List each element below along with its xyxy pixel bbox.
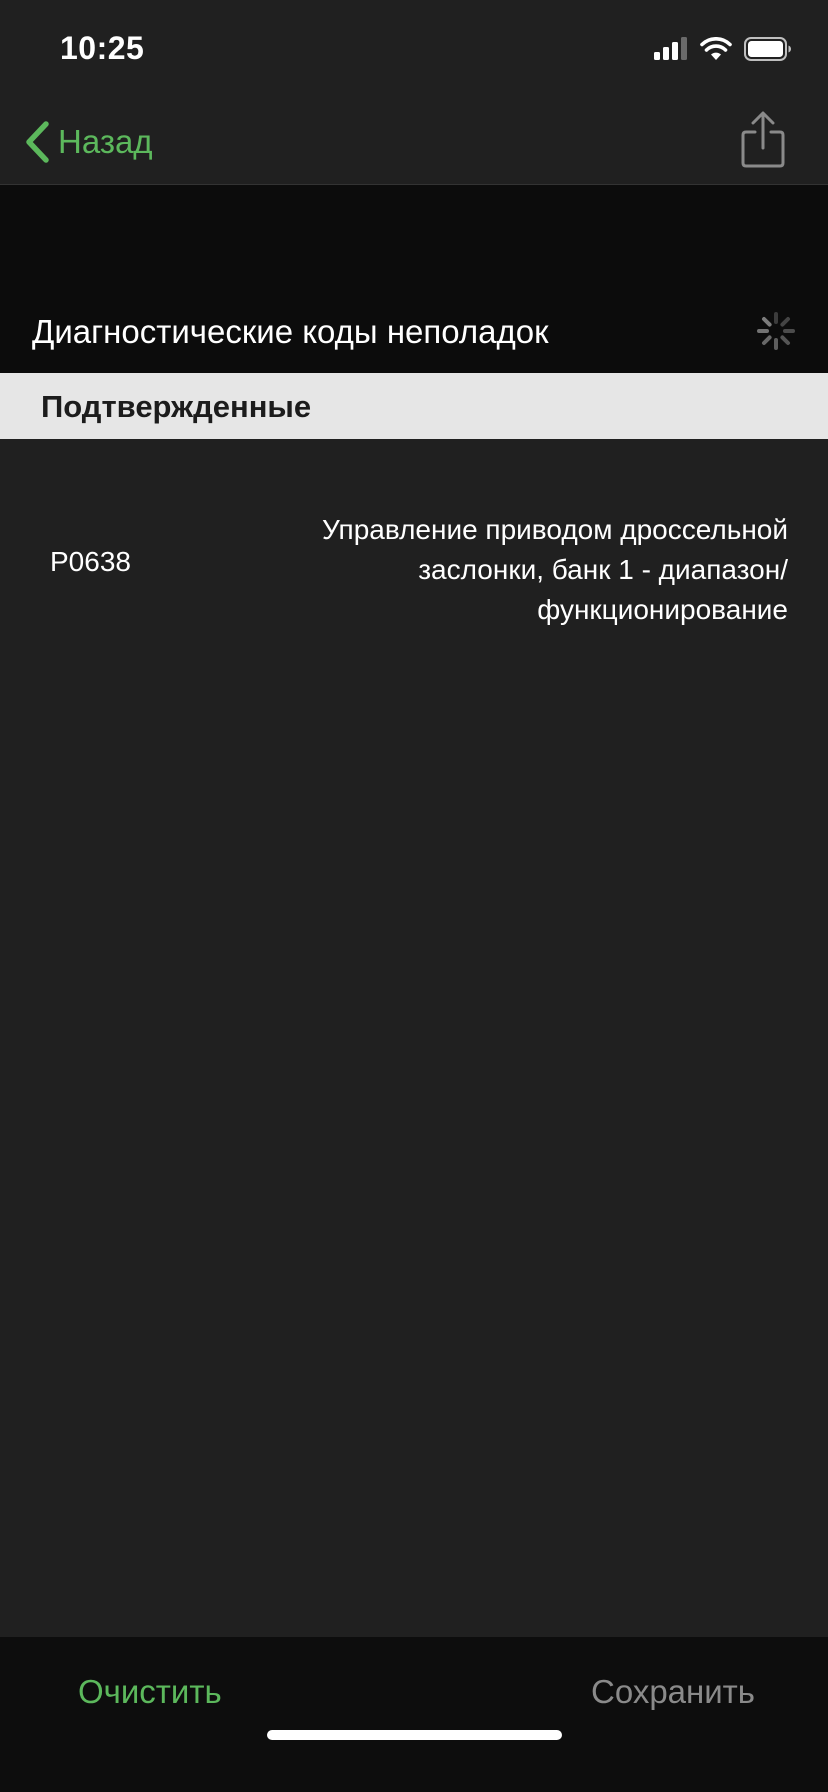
status-icons (654, 34, 792, 64)
bottom-toolbar: Очистить Сохранить (0, 1637, 828, 1792)
back-label: Назад (58, 123, 153, 160)
list-item[interactable]: P0638 Управление приводом дроссельной за… (0, 440, 828, 684)
page-title: Диагностические коды неполадок (32, 313, 549, 350)
home-indicator[interactable] (267, 1730, 562, 1740)
title-header: Диагностические коды неполадок (0, 185, 828, 373)
section-header-confirmed: Подтвержденные (0, 373, 828, 439)
share-icon (741, 111, 785, 168)
dtc-code: P0638 (50, 546, 131, 577)
screen: 10:25 Назад Диагностические коды неполад… (0, 0, 828, 1792)
save-button[interactable]: Сохранить (591, 1673, 755, 1711)
loading-spinner-icon (757, 312, 795, 350)
dtc-description: Управление приводом дроссельной заслонки… (322, 514, 788, 625)
status-bar: 10:25 (0, 0, 828, 100)
battery-icon (744, 37, 791, 61)
wifi-icon (700, 37, 732, 60)
status-time: 10:25 (60, 30, 145, 66)
back-button[interactable]: Назад (24, 118, 153, 166)
chevron-left-icon (26, 121, 49, 163)
section-title: Подтвержденные (41, 389, 312, 424)
share-button[interactable] (738, 110, 788, 170)
clear-button[interactable]: Очистить (78, 1673, 222, 1711)
navigation-bar: Назад (0, 100, 828, 185)
cellular-signal-icon (654, 37, 687, 60)
